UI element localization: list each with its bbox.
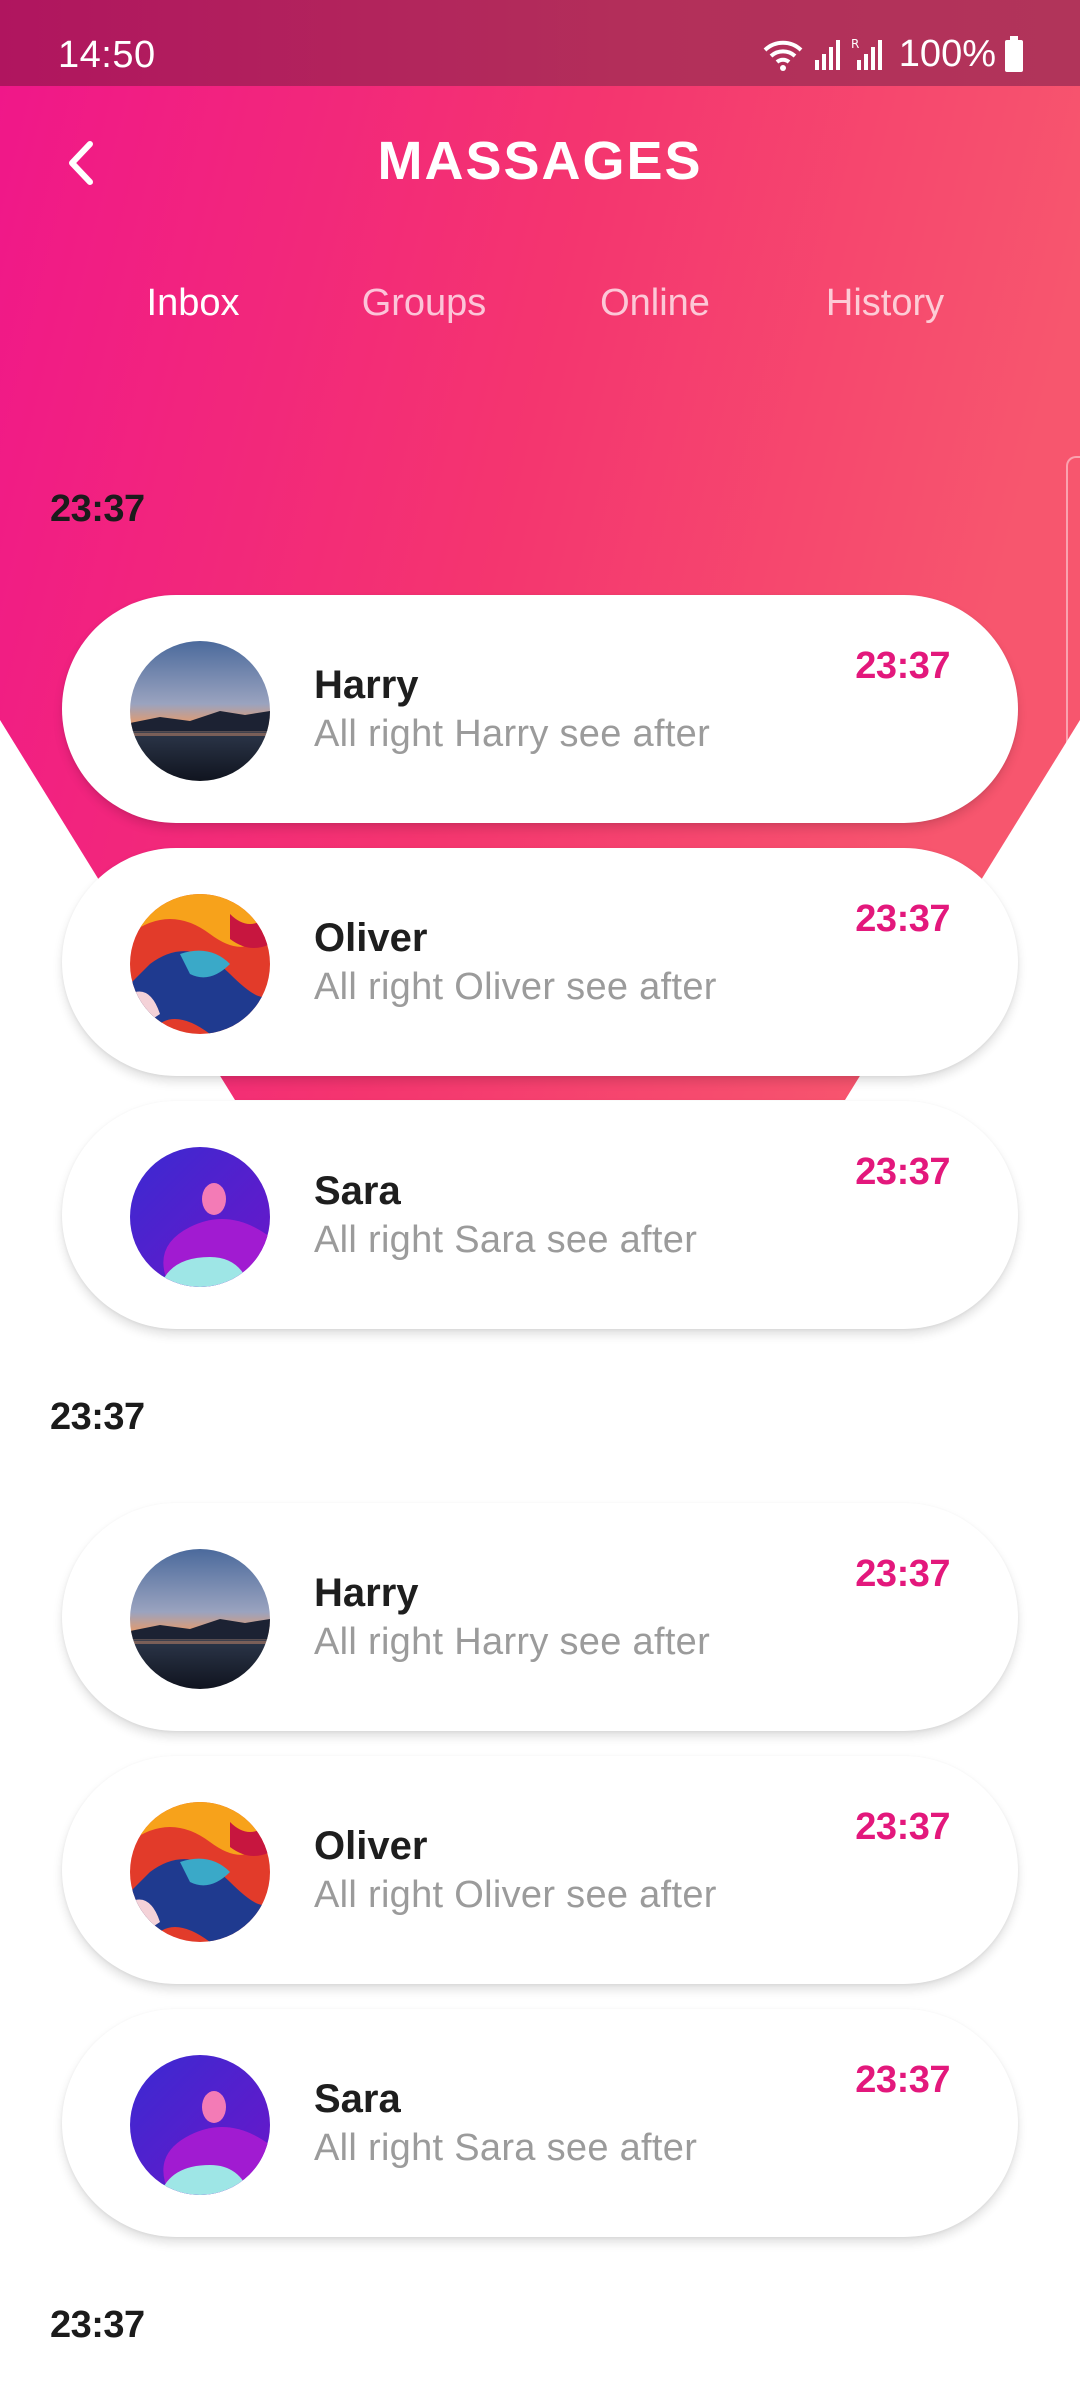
page-title: MASSAGES [377, 131, 703, 191]
battery-percentage: 100% [898, 32, 996, 75]
avatar [130, 1147, 270, 1287]
conversation-item[interactable]: Harry All right Harry see after 23:37 [62, 595, 1018, 823]
contact-name: Harry [314, 1571, 419, 1615]
contact-name: Sara [314, 1169, 401, 1213]
conversation-item[interactable]: Sara All right Sara see after 23:37 [62, 1101, 1018, 1329]
tab-bar: Inbox Groups Online History [0, 282, 1080, 342]
message-preview: All right Sara see after [314, 1219, 698, 1261]
section-time-header: 23:37 [50, 2304, 145, 2346]
contact-name: Harry [314, 663, 419, 707]
conversation-item[interactable]: Oliver All right Oliver see after 23:37 [62, 1756, 1018, 1984]
tab-inbox[interactable]: Inbox [147, 282, 240, 325]
tab-groups[interactable]: Groups [362, 282, 487, 325]
tab-online[interactable]: Online [600, 282, 710, 325]
contact-name: Oliver [314, 1824, 428, 1868]
avatar [130, 1549, 270, 1689]
status-time: 14:50 [58, 34, 156, 76]
status-bar: 14:50 R 100% [0, 0, 1080, 86]
svg-text:R: R [851, 37, 859, 51]
contact-name: Sara [314, 2077, 401, 2121]
conversation-item[interactable]: Oliver All right Oliver see after 23:37 [62, 848, 1018, 1076]
message-preview: All right Harry see after [314, 713, 711, 755]
message-preview: All right Oliver see after [314, 1874, 717, 1916]
section-time-header: 23:37 [50, 1396, 145, 1438]
tab-history[interactable]: History [826, 282, 944, 325]
avatar [130, 1802, 270, 1942]
message-time: 23:37 [855, 645, 950, 687]
battery-icon [1004, 36, 1024, 72]
conversation-item[interactable]: Harry All right Harry see after 23:37 [62, 1503, 1018, 1731]
scroll-indicator[interactable] [1066, 456, 1080, 800]
signal-icon [813, 38, 843, 70]
contact-name: Oliver [314, 916, 428, 960]
signal-icon: R [851, 36, 885, 72]
conversation-item[interactable]: Sara All right Sara see after 23:37 [62, 2009, 1018, 2237]
message-time: 23:37 [855, 2059, 950, 2101]
wifi-icon [761, 36, 805, 72]
avatar [130, 2055, 270, 2195]
message-preview: All right Oliver see after [314, 966, 717, 1008]
message-time: 23:37 [855, 1553, 950, 1595]
message-time: 23:37 [855, 1151, 950, 1193]
status-icons: R 100% [761, 32, 1024, 75]
avatar [130, 641, 270, 781]
message-time: 23:37 [855, 898, 950, 940]
message-time: 23:37 [855, 1806, 950, 1848]
message-preview: All right Harry see after [314, 1621, 711, 1663]
message-preview: All right Sara see after [314, 2127, 698, 2169]
messages-screen: 14:50 R 100% MASSAGES Inbox Groups Onlin… [0, 0, 1080, 2400]
avatar [130, 894, 270, 1034]
section-time-header: 23:37 [50, 488, 145, 530]
